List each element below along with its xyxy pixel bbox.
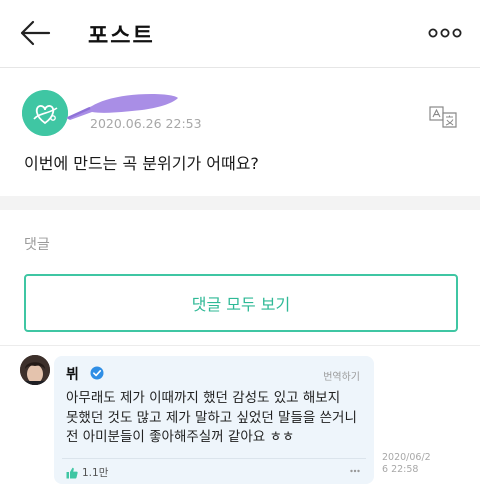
more-options-icon[interactable] (428, 22, 462, 44)
comment-author-name[interactable]: 뷔 (66, 364, 79, 384)
view-all-comments-button[interactable]: 댓글 모두 보기 (24, 274, 458, 332)
thumbs-up-icon (66, 467, 78, 478)
comment-options-icon[interactable] (350, 469, 360, 473)
bubble-divider (62, 458, 366, 459)
comment-translate-link[interactable]: 번역하기 (323, 368, 360, 383)
like-count: 1.1만 (82, 467, 109, 479)
divider (0, 345, 480, 346)
post-text: 이번에 만드는 곡 분위기가 어때요? (24, 154, 259, 173)
comment-timestamp: 2020/06/26 22:58 (382, 452, 431, 475)
comment-author-avatar[interactable] (20, 355, 50, 385)
back-arrow-icon[interactable] (18, 16, 52, 50)
comment-bubble: 뷔 번역하기 아무래도 제가 이때까지 했던 감성도 있고 해보지 못했던 것도… (54, 356, 374, 484)
avatar-photo-icon (20, 355, 50, 385)
post-timestamp: 2020.06.26 22:53 (90, 116, 202, 131)
top-bar: 포스트 (0, 0, 480, 68)
comment-text: 아무래도 제가 이때까지 했던 감성도 있고 해보지 못했던 것도 많고 제가 … (66, 390, 357, 445)
post-card: 2020.06.26 22:53 이번에 만드는 곡 분위기가 어때요? (0, 68, 480, 196)
section-separator (0, 196, 480, 210)
verified-badge-icon (90, 366, 104, 380)
comments-heading: 댓글 (24, 237, 50, 253)
page-title: 포스트 (88, 24, 155, 49)
like-button[interactable]: 1.1만 (66, 465, 108, 480)
translate-icon[interactable] (428, 104, 458, 130)
